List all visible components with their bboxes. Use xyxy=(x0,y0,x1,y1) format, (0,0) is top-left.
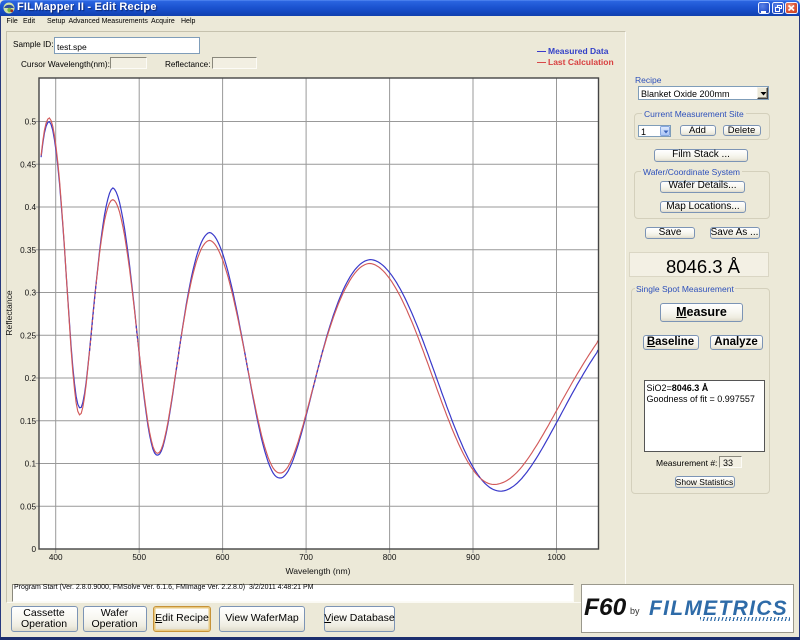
svg-text:0.05: 0.05 xyxy=(20,502,36,511)
svg-text:0.35: 0.35 xyxy=(20,246,36,255)
svg-text:500: 500 xyxy=(132,553,146,562)
svg-text:0.15: 0.15 xyxy=(20,417,36,426)
svg-text:1000: 1000 xyxy=(547,553,566,562)
svg-text:600: 600 xyxy=(216,553,230,562)
svg-text:0.1: 0.1 xyxy=(25,460,37,469)
svg-text:0.45: 0.45 xyxy=(20,160,36,169)
svg-text:800: 800 xyxy=(383,553,397,562)
svg-text:Wavelength (nm): Wavelength (nm) xyxy=(285,566,350,576)
svg-text:0.5: 0.5 xyxy=(25,118,37,127)
svg-text:0: 0 xyxy=(31,545,36,554)
svg-text:Reflectance: Reflectance xyxy=(4,290,14,336)
svg-text:700: 700 xyxy=(299,553,313,562)
svg-text:0.4: 0.4 xyxy=(25,203,37,212)
svg-text:0.3: 0.3 xyxy=(25,289,37,298)
svg-text:0.2: 0.2 xyxy=(25,374,37,383)
svg-text:400: 400 xyxy=(49,553,63,562)
svg-text:900: 900 xyxy=(466,553,480,562)
svg-text:0.25: 0.25 xyxy=(20,331,36,340)
